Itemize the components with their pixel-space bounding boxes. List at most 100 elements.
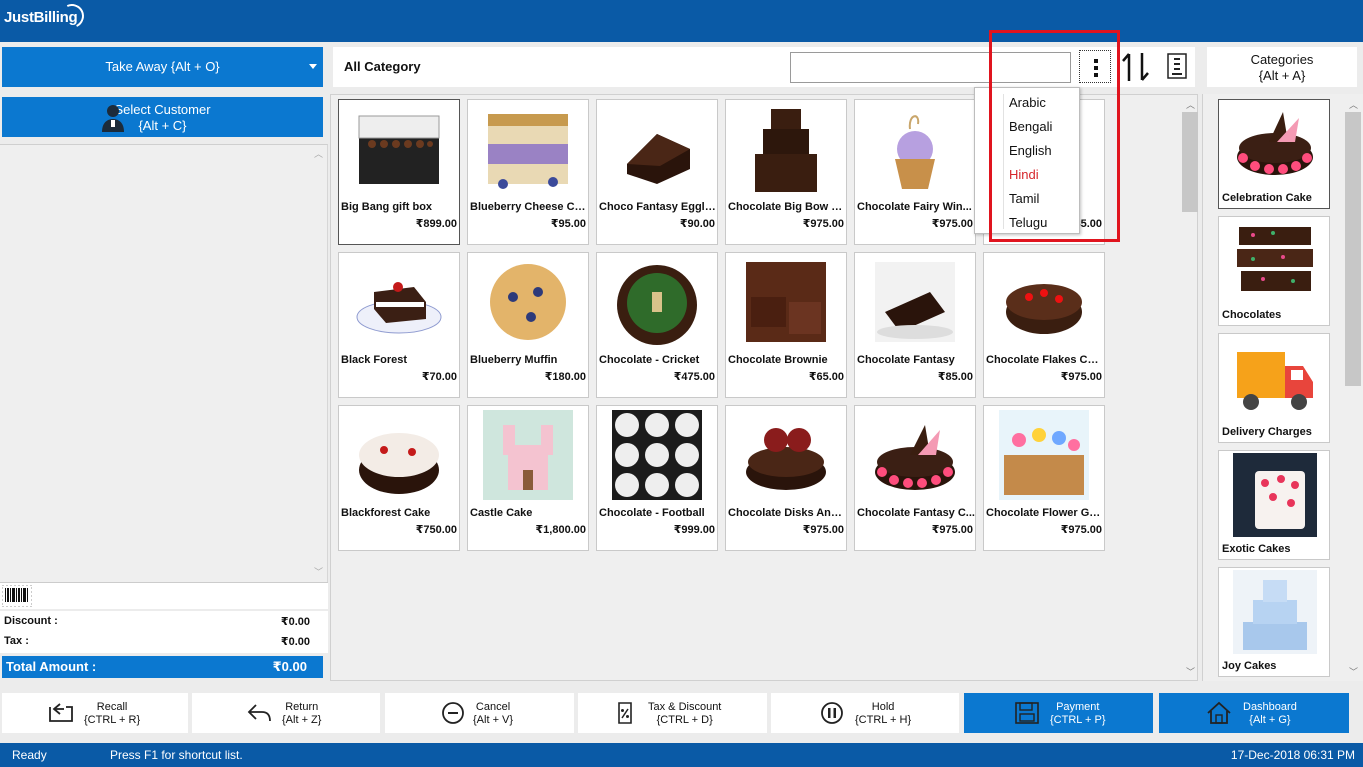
product-card[interactable]: Chocolate Fantasy C... ₹975.00 [854,405,976,551]
scroll-down-icon[interactable]: ﹀ [314,565,323,578]
category-scrollbar[interactable]: ︿ ﹀ [1345,96,1361,680]
product-card[interactable]: Chocolate Big Bow C... ₹975.00 [725,99,847,245]
tax-discount-icon [618,702,632,724]
select-customer-label: Select Customer [114,102,211,117]
tax-discount-label: Tax & Discount [648,701,722,713]
cancel-label: Cancel [475,701,511,713]
product-name: Black Forest [341,354,408,366]
product-card[interactable]: Black Forest ₹70.00 [338,252,460,398]
product-card[interactable]: Chocolate - Football ₹999.00 [596,405,718,551]
discount-row: Discount : ₹0.00 [4,615,310,633]
payment-shortcut: {CTRL + P} [1050,714,1106,726]
scroll-up-icon[interactable]: ︿ [1186,98,1195,111]
tax-discount-shortcut: {CTRL + D} [656,714,713,726]
product-price: ₹899.00 [415,218,457,230]
category-card[interactable]: Joy Cakes [1218,567,1330,677]
product-scrollbar[interactable]: ︿ ﹀ [1182,96,1198,680]
tax-row: Tax : ₹0.00 [4,635,310,653]
scrollbar-thumb[interactable] [1182,112,1198,212]
category-image [1237,352,1313,410]
category-card[interactable]: Celebration Cake [1218,99,1330,209]
category-name: Celebration Cake [1222,192,1312,204]
product-card[interactable]: Chocolate Flower Ga... ₹975.00 [983,405,1105,551]
product-name: Chocolate Fairy Win... [857,201,972,213]
category-image [1233,570,1317,654]
product-name: Blackforest Cake [341,507,431,519]
categories-button[interactable]: Categories {Alt + A} [1207,47,1357,87]
product-price: ₹85.00 [937,371,973,383]
category-card[interactable]: Delivery Charges [1218,333,1330,443]
product-card[interactable]: Chocolate Flakes Cake ₹975.00 [983,252,1105,398]
product-name: Chocolate Disks And... [728,507,846,519]
product-price: ₹975.00 [802,524,844,536]
product-image [627,134,690,184]
status-bar: Ready Press F1 for shortcut list. 17-Dec… [0,743,1363,767]
return-button[interactable]: Return {Alt + Z} [192,693,380,733]
product-price: ₹975.00 [931,218,973,230]
scroll-down-icon[interactable]: ﹀ [1349,665,1358,678]
product-price: ₹475.00 [673,371,715,383]
category-title: All Category [344,59,421,74]
highlight-annotation [989,30,1120,242]
product-price: ₹750.00 [415,524,457,536]
product-card[interactable]: Castle Cake ₹1,800.00 [467,405,589,551]
product-price: ₹975.00 [802,218,844,230]
product-price: ₹975.00 [1060,524,1102,536]
product-image [359,433,439,494]
product-card[interactable]: Chocolate Brownie ₹65.00 [725,252,847,398]
barcode-icon[interactable] [2,585,32,607]
total-value: ₹0.00 [272,659,307,674]
scrollbar-thumb[interactable] [1345,112,1361,386]
product-price: ₹65.00 [808,371,844,383]
scroll-up-icon[interactable]: ︿ [1349,98,1358,111]
scroll-down-icon[interactable]: ﹀ [1186,665,1195,678]
product-image [612,410,702,500]
report-icon[interactable] [1166,52,1188,80]
cancel-shortcut: {Alt + V} [473,714,514,726]
sort-icon[interactable] [1120,51,1154,83]
hold-shortcut: {CTRL + H} [855,714,912,726]
product-image [617,265,697,345]
product-card[interactable]: Blueberry Muffin ₹180.00 [467,252,589,398]
product-card[interactable]: Chocolate Fantasy ₹85.00 [854,252,976,398]
payment-button[interactable]: Payment {CTRL + P} [964,693,1153,733]
payment-label: Payment [1056,701,1100,713]
recall-icon [49,703,73,722]
product-price: ₹999.00 [673,524,715,536]
hold-button[interactable]: Hold {CTRL + H} [771,693,959,733]
order-summary: Discount : ₹0.00 Tax : ₹0.00 [0,611,328,653]
product-price: ₹180.00 [544,371,586,383]
cancel-button[interactable]: Cancel {Alt + V} [385,693,574,733]
cart-list[interactable]: ︿ ﹀ [0,144,328,582]
recall-label: Recall [96,701,128,713]
product-card[interactable]: Chocolate Disks And... ₹975.00 [725,405,847,551]
recall-button[interactable]: Recall {CTRL + R} [2,693,188,733]
dashboard-shortcut: {Alt + G} [1249,714,1291,726]
product-card[interactable]: Chocolate Fairy Win... ₹975.00 [854,99,976,245]
product-card[interactable]: Chocolate - Cricket ₹475.00 [596,252,718,398]
return-icon [247,704,271,722]
barcode-input[interactable] [0,582,328,609]
product-image [358,115,440,184]
product-name: Choco Fantasy Eggle... [599,201,717,213]
product-image [746,262,826,342]
order-type-dropdown[interactable]: Take Away {Alt + O} [2,47,323,87]
product-image [356,282,442,334]
category-card[interactable]: Chocolates [1218,216,1330,326]
dashboard-button[interactable]: Dashboard {Alt + G} [1159,693,1349,733]
scroll-up-icon[interactable]: ︿ [314,147,323,160]
tax-discount-button[interactable]: Tax & Discount {CTRL + D} [578,693,767,733]
product-image [999,410,1089,500]
product-card[interactable]: Blackforest Cake ₹750.00 [338,405,460,551]
tax-value: ₹0.00 [280,636,310,648]
product-card[interactable]: Choco Fantasy Eggle... ₹90.00 [596,99,718,245]
product-name: Chocolate Brownie [728,354,828,366]
category-card[interactable]: Exotic Cakes [1218,450,1330,560]
product-card[interactable]: Big Bang gift box ₹899.00 [338,99,460,245]
dashboard-label: Dashboard [1243,701,1297,713]
product-card[interactable]: Blueberry Cheese Ca... ₹95.00 [467,99,589,245]
shortcut-hint: Press F1 for shortcut list. [110,748,243,762]
discount-value: ₹0.00 [280,616,310,628]
select-customer-button[interactable]: Select Customer {Alt + C} [2,97,323,137]
product-name: Blueberry Cheese Ca... [470,201,588,213]
